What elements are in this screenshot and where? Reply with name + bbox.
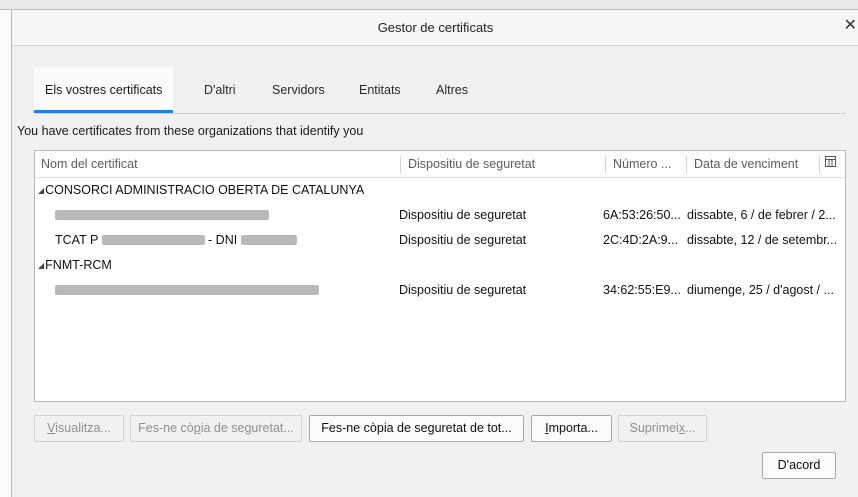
expanded-twisty-icon[interactable]: ◢ [38, 186, 44, 195]
tab-others[interactable]: D'altri [193, 67, 247, 113]
title-bar: Gestor de certificats ✕ [12, 10, 858, 46]
device-cell: Dispositiu de seguretat [399, 208, 527, 222]
table-row[interactable]: Dispositiu de seguretat 6A:53:26:50... d… [35, 204, 845, 229]
cert-name-suffix: - DNI [208, 233, 238, 247]
column-header-serial[interactable]: Número ... [613, 157, 685, 171]
tab-authorities[interactable]: Entitats [348, 67, 412, 113]
column-picker-icon[interactable] [825, 156, 836, 167]
column-separator[interactable] [400, 156, 401, 173]
delete-button[interactable]: Suprimeix... [618, 415, 707, 442]
expiry-cell: diumenge, 25 / d'agost / ... [687, 283, 834, 297]
device-cell: Dispositiu de seguretat [399, 233, 527, 247]
close-icon[interactable]: ✕ [844, 18, 857, 34]
backup-button[interactable]: Fes-ne còpia de seguretat... [130, 415, 302, 442]
background-window-strip [0, 0, 858, 10]
redacted-text [55, 210, 269, 220]
certificates-description: You have certificates from these organiz… [17, 124, 364, 138]
tab-bar: Els vostres certificats D'altri Servidor… [34, 67, 846, 114]
expiry-cell: dissabte, 6 / de febrer / 2... [687, 208, 836, 222]
backup-all-button[interactable]: Fes-ne còpia de seguretat de tot... [309, 415, 524, 442]
import-button[interactable]: Importa... [531, 415, 612, 442]
column-separator[interactable] [605, 156, 606, 173]
tab-your-certificates[interactable]: Els vostres certificats [34, 67, 174, 113]
expanded-twisty-icon[interactable]: ◢ [38, 261, 44, 270]
serial-cell: 6A:53:26:50... [603, 208, 681, 222]
ok-button[interactable]: D'acord [762, 452, 836, 479]
cert-name-prefix: TCAT P [55, 233, 99, 247]
tab-servers[interactable]: Servidors [261, 67, 336, 113]
redacted-text [55, 285, 319, 295]
tab-other[interactable]: Altres [425, 67, 479, 113]
column-header-expiry[interactable]: Data de venciment [694, 157, 814, 171]
serial-cell: 2C:4D:2A:9... [603, 233, 679, 247]
column-separator[interactable] [686, 156, 687, 173]
redacted-text [240, 235, 297, 245]
dialog-title: Gestor de certificats [377, 20, 494, 35]
view-button[interactable]: Visualitza... [34, 415, 124, 442]
table-header: Nom del certificat Dispositiu de seguret… [35, 151, 845, 178]
column-header-device[interactable]: Dispositiu de seguretat [408, 157, 598, 171]
tree-group-row[interactable]: ◢CONSORCI ADMINISTRACIO OBERTA DE CATALU… [35, 179, 845, 204]
column-header-name[interactable]: Nom del certificat [41, 157, 391, 171]
certificate-tree[interactable]: Nom del certificat Dispositiu de seguret… [34, 150, 846, 402]
tree-group-row[interactable]: ◢FNMT-RCM [35, 254, 845, 279]
table-row[interactable]: TCAT P - DNI Dispositiu de seguretat 2C:… [35, 229, 845, 254]
column-separator[interactable] [819, 156, 820, 173]
redacted-text [101, 235, 205, 245]
certificate-manager-dialog: Gestor de certificats ✕ Els vostres cert… [11, 10, 858, 497]
expiry-cell: dissabte, 12 / de setembr... [687, 233, 838, 247]
serial-cell: 34:62:55:E9... [603, 283, 681, 297]
group-name: CONSORCI ADMINISTRACIO OBERTA DE CATALUN… [45, 183, 365, 197]
group-name: FNMT-RCM [45, 258, 112, 272]
background-window-edge [0, 10, 11, 497]
device-cell: Dispositiu de seguretat [399, 283, 527, 297]
table-row[interactable]: Dispositiu de seguretat 34:62:55:E9... d… [35, 279, 845, 304]
